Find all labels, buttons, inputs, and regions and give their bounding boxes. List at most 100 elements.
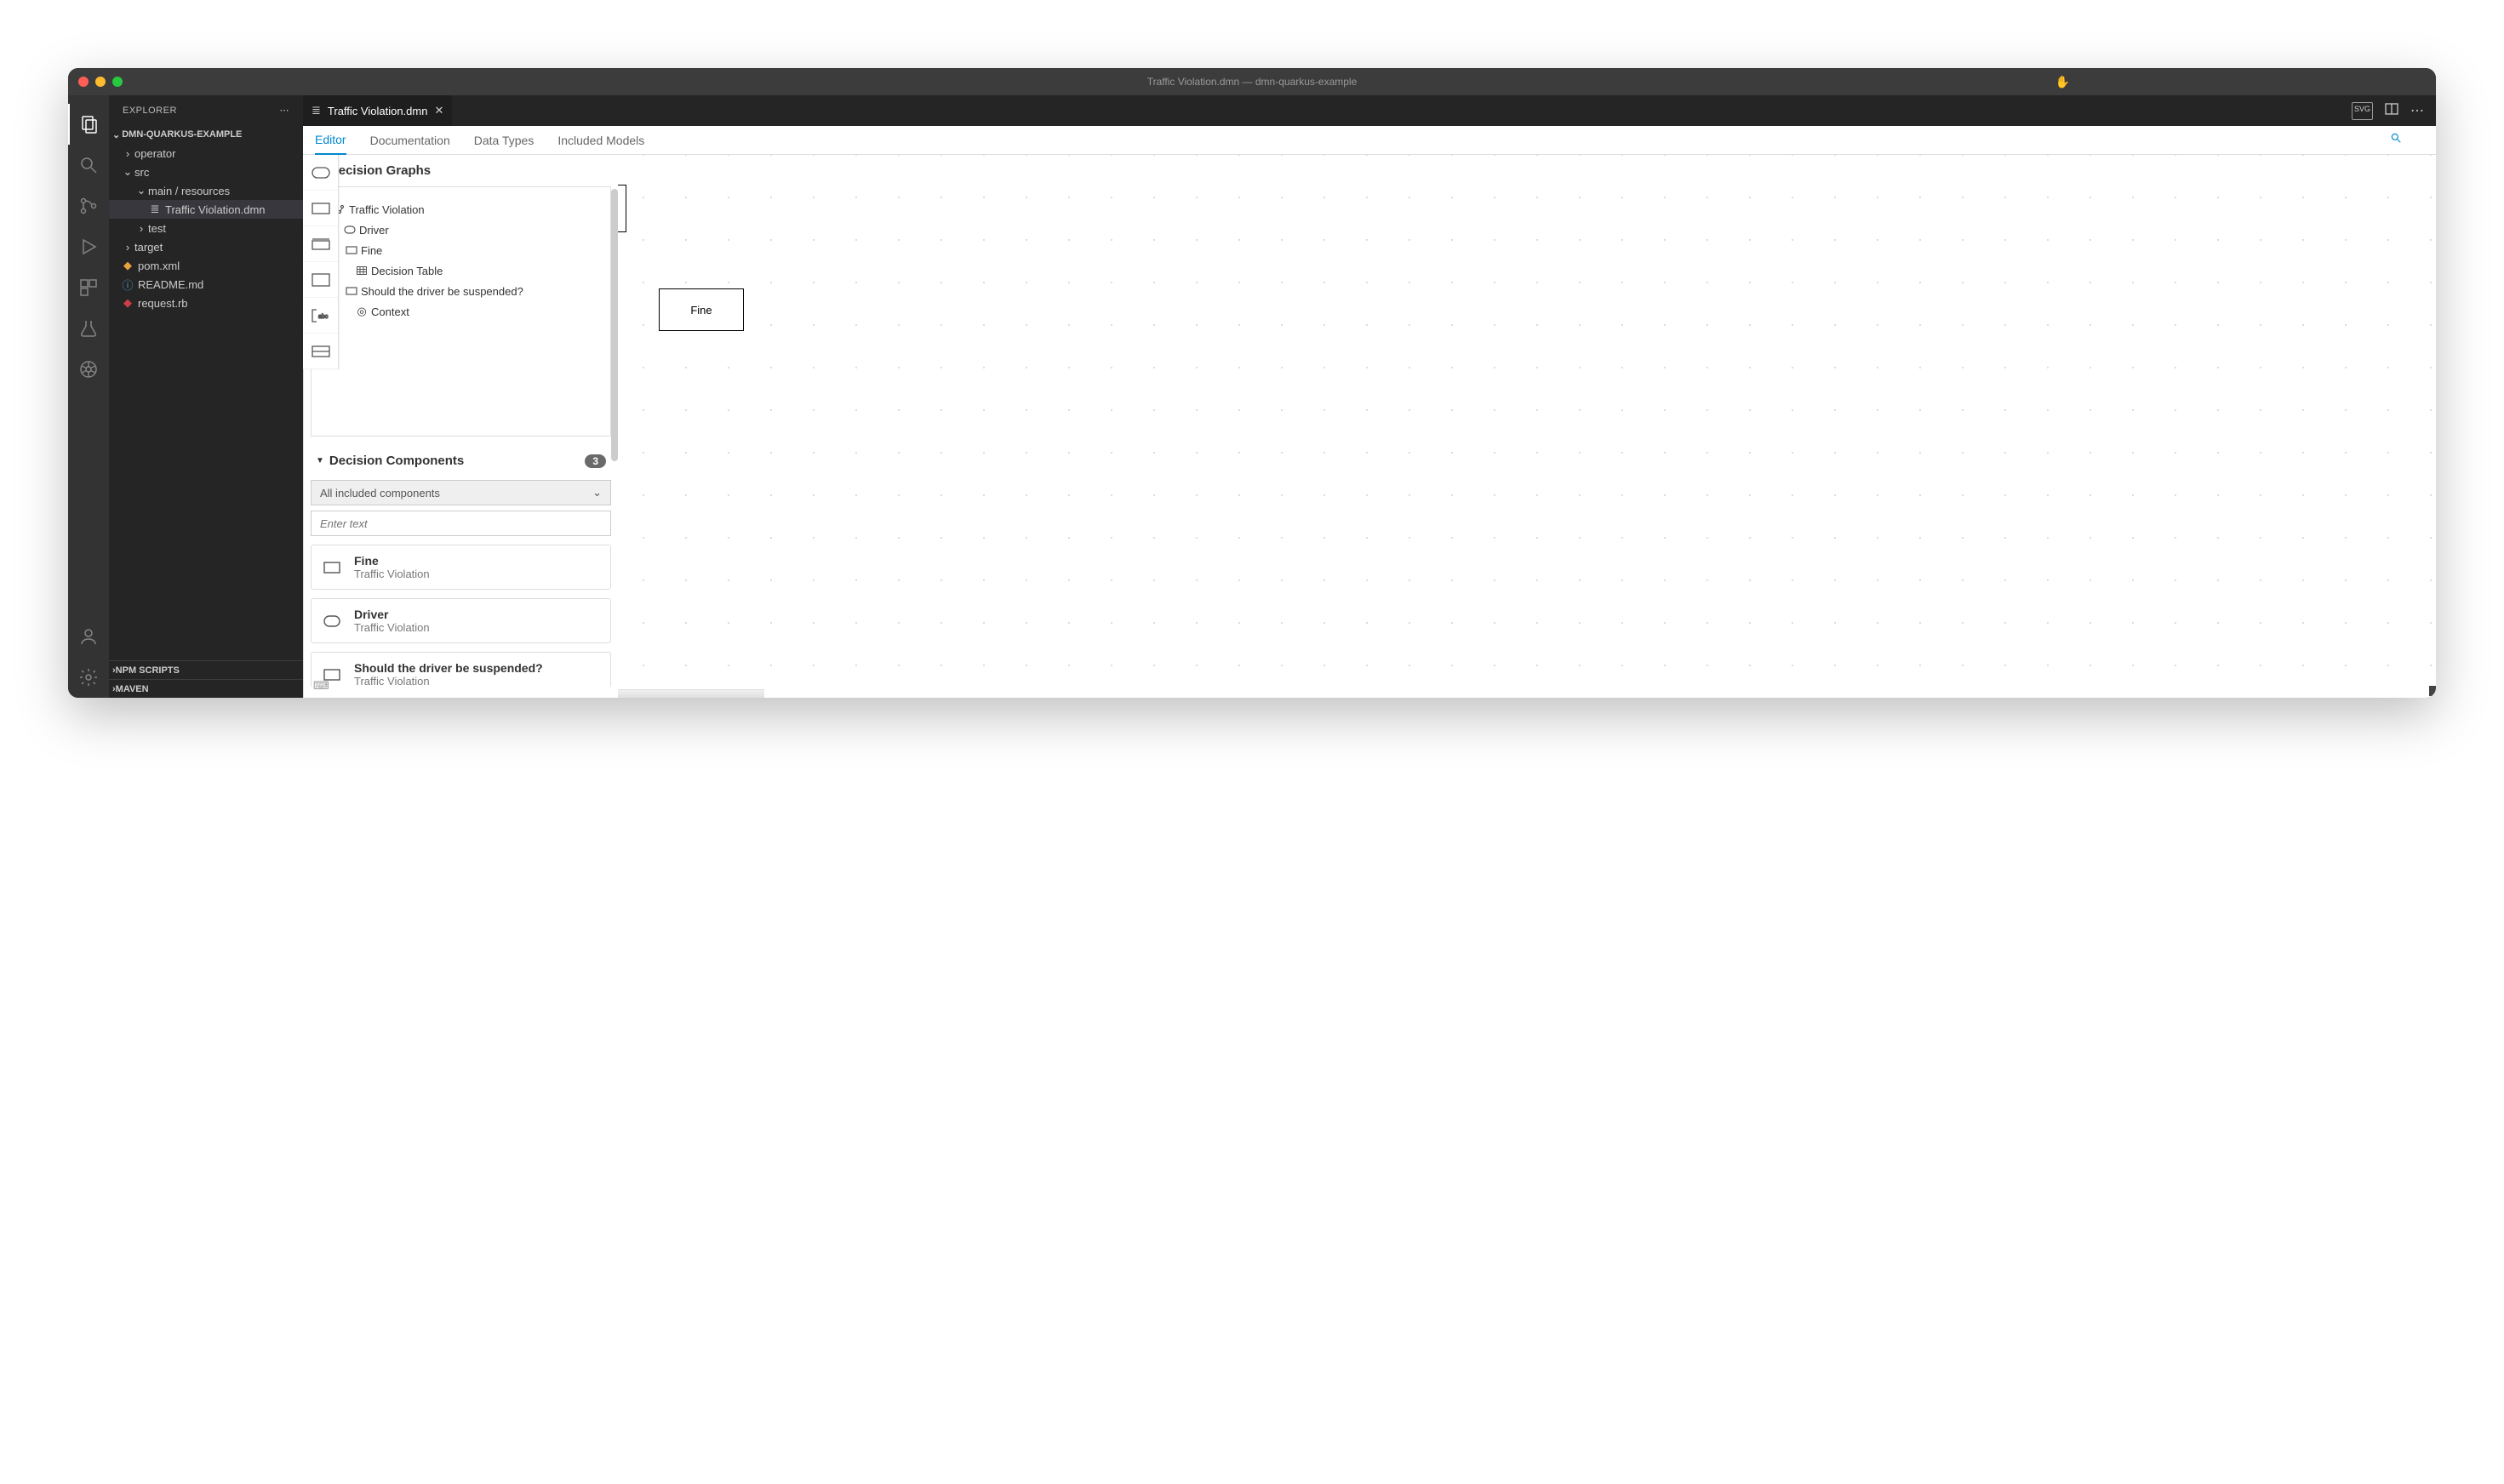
components-filter-select[interactable]: All included components ⌄ xyxy=(311,480,611,505)
tree-label: Should the driver be suspended? xyxy=(361,285,523,298)
tree-label: Traffic Violation.dmn xyxy=(165,203,266,216)
svg-text:abc: abc xyxy=(318,314,329,320)
editor-area: ≣ Traffic Violation.dmn ✕ SVG ⋯ Editor D… xyxy=(303,95,2436,698)
palette-decision-icon[interactable] xyxy=(303,191,338,226)
close-window-button[interactable] xyxy=(78,77,89,87)
section-label: Decision Components xyxy=(329,454,464,468)
tree-label: main / resources xyxy=(148,185,230,197)
tree-item-request[interactable]: ◆ request.rb xyxy=(109,294,303,312)
app-window: Traffic Violation.dmn — dmn-quarkus-exam… xyxy=(68,68,2436,698)
ruby-file-icon: ◆ xyxy=(121,296,134,310)
activity-bar xyxy=(68,95,109,698)
node-fine-decision[interactable]: Fine xyxy=(659,288,744,331)
tree-label: operator xyxy=(134,147,175,160)
dmn-tabs: Editor Documentation Data Types Included… xyxy=(303,126,2436,155)
components-list: Fine Traffic Violation Driver Traffic Vi… xyxy=(304,545,618,688)
sidebar-header: EXPLORER ⋯ xyxy=(109,95,303,125)
source-control-icon[interactable] xyxy=(68,186,109,226)
panel-scrollbar[interactable] xyxy=(611,189,618,580)
palette-decision-service-icon[interactable] xyxy=(303,334,338,369)
tab-editor[interactable]: Editor xyxy=(315,126,346,155)
palette: abc xyxy=(303,155,339,369)
tab-data-types[interactable]: Data Types xyxy=(474,126,535,155)
file-lines-icon: ≣ xyxy=(148,203,162,216)
chevron-right-icon: › xyxy=(121,147,134,160)
tree-item-main-resources[interactable]: ⌄ main / resources xyxy=(109,181,303,200)
sidebar-section-maven[interactable]: › MAVEN xyxy=(109,679,303,698)
components-search-wrap xyxy=(311,511,611,536)
file-tree: › operator ⌄ src ⌄ main / resources ≣ Tr… xyxy=(109,144,303,660)
tab-label: Traffic Violation.dmn xyxy=(328,105,428,117)
xml-file-icon: ◆ xyxy=(121,259,134,272)
table-icon xyxy=(354,266,369,275)
canvas-grid xyxy=(303,155,2436,698)
component-name: Fine xyxy=(354,554,430,568)
tree-label: pom.xml xyxy=(138,260,180,272)
tree-row-suspended[interactable]: ▼ Should the driver be suspended? xyxy=(317,281,605,301)
tree-label: Traffic Violation xyxy=(349,203,425,216)
tree-item-pom[interactable]: ◆ pom.xml xyxy=(109,256,303,275)
component-item-driver[interactable]: Driver Traffic Violation xyxy=(311,598,611,643)
palette-bkm-icon[interactable] xyxy=(303,226,338,262)
sidebar-more-icon[interactable]: ⋯ xyxy=(280,105,290,116)
decision-graphs-header[interactable]: ▼ Decision Graphs xyxy=(304,155,618,186)
tab-included-models[interactable]: Included Models xyxy=(557,126,644,155)
kubernetes-icon[interactable] xyxy=(68,349,109,390)
section-label: NPM SCRIPTS xyxy=(116,665,180,676)
decision-node-icon xyxy=(322,562,342,574)
keyboard-shortcuts-icon[interactable]: ⌨ xyxy=(313,679,329,693)
tab-documentation[interactable]: Documentation xyxy=(370,126,450,155)
tab-bar: ≣ Traffic Violation.dmn ✕ SVG ⋯ xyxy=(303,95,2436,126)
decision-components-header[interactable]: ▼ Decision Components 3 xyxy=(304,445,618,477)
explorer-icon[interactable] xyxy=(68,104,109,145)
tree-item-test[interactable]: › test xyxy=(109,219,303,237)
tree-item-operator[interactable]: › operator xyxy=(109,144,303,163)
decision-navigator-panel: Decision Navigator › ▼ Decision Graphs ▼ xyxy=(303,155,618,698)
accounts-icon[interactable] xyxy=(68,616,109,657)
components-search-input[interactable] xyxy=(311,511,611,536)
chevron-down-icon: ⌄ xyxy=(592,486,602,499)
project-name: DMN-QUARKUS-EXAMPLE xyxy=(122,129,242,140)
tree-row-context[interactable]: ◎ Context xyxy=(317,301,605,322)
settings-gear-icon[interactable] xyxy=(68,657,109,698)
maximize-window-button[interactable] xyxy=(112,77,123,87)
tree-row-decision-table[interactable]: Decision Table xyxy=(317,260,605,281)
test-icon[interactable] xyxy=(68,308,109,349)
palette-knowledge-source-icon[interactable] xyxy=(303,262,338,298)
tree-item-src[interactable]: ⌄ src xyxy=(109,163,303,181)
context-icon: ◎ xyxy=(354,305,369,318)
component-source: Traffic Violation xyxy=(354,568,430,580)
components-count-badge: 3 xyxy=(585,454,606,468)
input-node-icon xyxy=(322,615,342,627)
sidebar-title: EXPLORER xyxy=(123,106,177,116)
run-debug-icon[interactable] xyxy=(68,226,109,267)
search-icon[interactable] xyxy=(2390,132,2402,148)
export-svg-icon[interactable]: SVG xyxy=(2352,102,2373,120)
close-icon[interactable]: ✕ xyxy=(434,104,443,117)
tree-item-traffic-violation[interactable]: ≣ Traffic Violation.dmn xyxy=(109,200,303,219)
extensions-icon[interactable] xyxy=(68,267,109,308)
search-icon[interactable] xyxy=(68,145,109,186)
component-item-suspended[interactable]: Should the driver be suspended? Traffic … xyxy=(311,652,611,688)
tree-row-fine[interactable]: ▼ Fine xyxy=(317,240,605,260)
component-item-fine[interactable]: Fine Traffic Violation xyxy=(311,545,611,590)
tree-row-root[interactable]: ▼ Traffic Violation xyxy=(317,199,605,220)
more-actions-icon[interactable]: ⋯ xyxy=(2410,102,2424,120)
tree-row-driver[interactable]: Driver xyxy=(317,220,605,240)
sidebar-section-npm[interactable]: › NPM SCRIPTS xyxy=(109,660,303,679)
sidebar: EXPLORER ⋯ ⌄ DMN-QUARKUS-EXAMPLE › opera… xyxy=(109,95,303,698)
tree-item-target[interactable]: › target xyxy=(109,237,303,256)
diagram-canvas[interactable]: abc Should the driver be suspended? Fine… xyxy=(303,155,2436,698)
palette-text-annotation-icon[interactable]: abc xyxy=(303,298,338,334)
chevron-down-icon: ⌄ xyxy=(121,165,134,179)
tree-item-readme[interactable]: ⓘ README.md xyxy=(109,275,303,294)
split-editor-icon[interactable] xyxy=(2385,102,2398,120)
project-header[interactable]: ⌄ DMN-QUARKUS-EXAMPLE xyxy=(109,125,303,144)
info-file-icon: ⓘ xyxy=(121,277,134,293)
tab-traffic-violation[interactable]: ≣ Traffic Violation.dmn ✕ xyxy=(303,95,452,126)
palette-input-icon[interactable] xyxy=(303,155,338,191)
minimize-window-button[interactable] xyxy=(95,77,106,87)
titlebar: Traffic Violation.dmn — dmn-quarkus-exam… xyxy=(68,68,2436,95)
tree-label: Context xyxy=(371,305,409,318)
hand-cursor-icon: ✋ xyxy=(2055,75,2070,89)
